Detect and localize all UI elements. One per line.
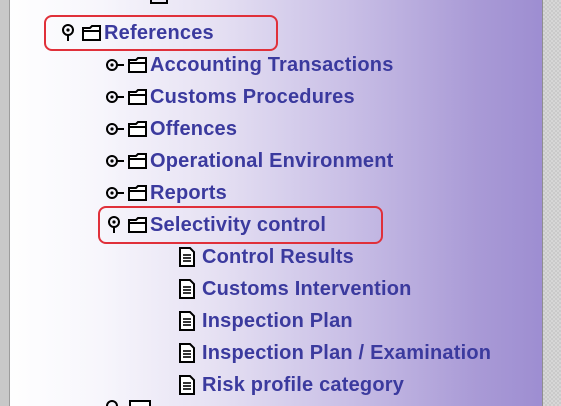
tree-item-label: Risk profile category: [202, 374, 405, 396]
folder-icon: [126, 212, 150, 238]
tree-item-label: References: [104, 22, 214, 44]
tree-item-label: Customs Intervention: [202, 278, 412, 300]
tree-item-accounting-transactions[interactable]: Accounting Transactions: [104, 52, 394, 78]
document-icon: [176, 308, 198, 334]
tree-item-references[interactable]: References: [58, 20, 214, 46]
folder-icon: [80, 20, 104, 46]
tree-item-label: Reports: [150, 182, 227, 204]
tree-leaf-customs-intervention[interactable]: Customs Intervention: [176, 276, 412, 302]
vertical-scrollbar[interactable]: [542, 0, 561, 406]
folder-icon: [126, 52, 150, 78]
tree-item-label: Inspection Plan: [202, 310, 353, 332]
collapsed-node-icon[interactable]: [104, 84, 126, 110]
tree-item-label: Control Results: [202, 246, 354, 268]
tree-item-reports[interactable]: Reports: [104, 180, 227, 206]
document-icon: [176, 372, 198, 398]
tree-item-label: Selectivity control: [150, 214, 327, 236]
partial-tree-item-bottom: [106, 400, 151, 406]
tree-item-selectivity-control[interactable]: Selectivity control: [104, 212, 326, 238]
collapsed-node-icon[interactable]: [104, 148, 126, 174]
tree-item-label: Operational Environment: [150, 150, 394, 172]
tree-item-label: Inspection Plan / Examination: [202, 342, 492, 364]
folder-icon: [126, 116, 150, 142]
expanded-node-icon[interactable]: [58, 20, 80, 46]
tree-item-label: Customs Procedures: [150, 86, 355, 108]
folder-icon: [126, 180, 150, 206]
folder-icon: [126, 148, 150, 174]
tree-leaf-control-results[interactable]: Control Results: [176, 244, 354, 270]
tree-item-offences[interactable]: Offences: [104, 116, 237, 142]
tree-item-operational-environment[interactable]: Operational Environment: [104, 148, 394, 174]
tree-item-label: Offences: [150, 118, 238, 140]
tree-leaf-inspection-plan-examination[interactable]: Inspection Plan / Examination: [176, 340, 491, 366]
tree-leaf-inspection-plan[interactable]: Inspection Plan: [176, 308, 353, 334]
document-icon: [176, 340, 198, 366]
collapsed-node-icon[interactable]: [104, 116, 126, 142]
tree-item-label: Accounting Transactions: [150, 54, 394, 76]
collapsed-node-icon[interactable]: [104, 52, 126, 78]
expanded-node-icon[interactable]: [104, 212, 126, 238]
document-icon: [176, 244, 198, 270]
left-border: [0, 0, 10, 406]
partial-tree-item-top: [150, 0, 168, 4]
tree-leaf-risk-profile-category[interactable]: Risk profile category: [176, 372, 404, 398]
tree-panel: References Accounting Transactions Custo…: [0, 0, 561, 406]
document-icon: [176, 276, 198, 302]
folder-icon: [126, 84, 150, 110]
tree-item-customs-procedures[interactable]: Customs Procedures: [104, 84, 355, 110]
collapsed-node-icon[interactable]: [104, 180, 126, 206]
